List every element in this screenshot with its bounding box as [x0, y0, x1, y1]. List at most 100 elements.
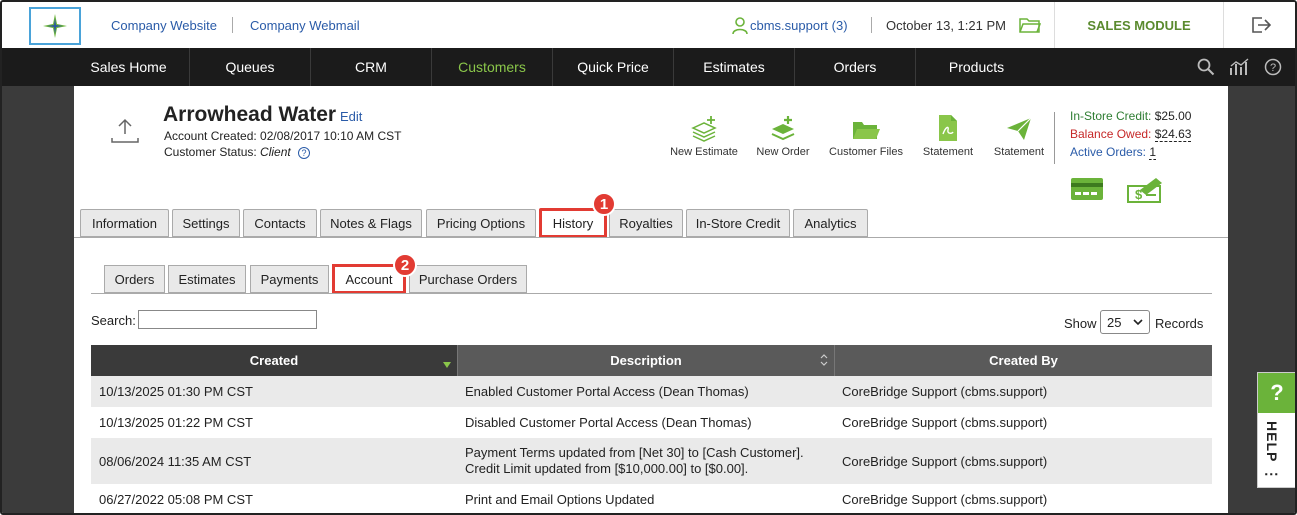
upload-icon[interactable] — [110, 116, 140, 144]
nav-estimates[interactable]: Estimates — [674, 48, 795, 86]
status-help-icon[interactable]: ? — [298, 147, 310, 159]
tab-instore-credit[interactable]: In-Store Credit — [686, 209, 790, 237]
help-label-text: HELP — [1264, 421, 1280, 463]
tab-contacts[interactable]: Contacts — [243, 209, 317, 237]
subtabs-divider — [91, 293, 1212, 294]
table-row[interactable]: 08/06/2024 11:35 AM CST Payment Terms up… — [91, 438, 1212, 484]
company-logo[interactable] — [29, 7, 81, 45]
analytics-icon[interactable] — [1229, 58, 1251, 76]
callout-badge-2: 2 — [393, 253, 417, 277]
divider — [1054, 112, 1055, 164]
instore-credit: In-Store Credit: $25.00 — [1070, 109, 1191, 123]
chevron-down-icon — [1133, 315, 1143, 332]
nav-crm[interactable]: CRM — [311, 48, 432, 86]
current-user-link[interactable]: cbms.support (3) — [750, 18, 848, 33]
customer-status-label: Customer Status: — [164, 145, 257, 159]
active-orders: Active Orders: 1 — [1070, 145, 1157, 160]
main-nav: Sales Home Queues CRM Customers Quick Pr… — [2, 48, 1295, 86]
logout-icon[interactable] — [1250, 15, 1272, 35]
statement-pdf-label: Statement — [922, 146, 974, 158]
history-table: Created Description Created By 10/13/202… — [91, 345, 1212, 513]
company-website-link[interactable]: Company Website — [111, 18, 217, 33]
cell-description: Disabled Customer Portal Access (Dean Th… — [465, 415, 752, 430]
column-created[interactable]: Created — [91, 345, 457, 376]
active-orders-value[interactable]: 1 — [1149, 145, 1157, 160]
search-label: Search: — [91, 313, 136, 328]
table-row[interactable]: 10/13/2025 01:30 PM CST Enabled Customer… — [91, 376, 1212, 407]
nav-customers[interactable]: Customers — [432, 48, 553, 86]
nav-queues[interactable]: Queues — [190, 48, 311, 86]
records-label: Records — [1155, 316, 1204, 331]
balance-owed: Balance Owed: $24.63 — [1070, 127, 1192, 142]
search-icon[interactable] — [1197, 58, 1215, 76]
help-side-tab[interactable]: ? HELP ⋮ — [1257, 372, 1295, 488]
company-webmail-link[interactable]: Company Webmail — [250, 18, 360, 33]
subtab-purchase-orders[interactable]: Purchase Orders — [409, 265, 527, 293]
cell-description: Payment Terms updated from [Net 30] to [… — [465, 445, 804, 476]
statement-pdf-button[interactable]: Statement — [920, 110, 976, 158]
subtab-estimates[interactable]: Estimates — [168, 265, 246, 293]
nav-sales-home[interactable]: Sales Home — [68, 48, 190, 86]
new-estimate-icon — [668, 110, 740, 142]
column-description[interactable]: Description — [457, 345, 834, 376]
left-gutter — [2, 86, 74, 513]
new-estimate-label: New Estimate — [670, 146, 738, 158]
help-circle-icon[interactable]: ? — [1264, 58, 1282, 76]
column-created-by[interactable]: Created By — [834, 345, 1212, 376]
tabs-divider — [74, 237, 1228, 238]
svg-text:?: ? — [1270, 62, 1276, 74]
active-orders-label: Active Orders: — [1070, 145, 1147, 159]
logo-icon — [43, 14, 67, 38]
help-question-icon: ? — [1258, 373, 1295, 413]
nav-orders[interactable]: Orders — [795, 48, 916, 86]
cell-created: 10/13/2025 01:30 PM CST — [99, 384, 253, 399]
help-label: HELP ⋮ — [1264, 421, 1280, 483]
balance-owed-label: Balance Owed: — [1070, 127, 1152, 141]
tab-analytics[interactable]: Analytics — [793, 209, 868, 237]
show-label: Show — [1064, 316, 1097, 331]
current-datetime: October 13, 1:21 PM — [886, 18, 1006, 33]
divider — [871, 17, 872, 33]
cell-description: Print and Email Options Updated — [465, 492, 655, 507]
app-window: Company Website Company Webmail cbms.sup… — [0, 0, 1297, 515]
tab-royalties[interactable]: Royalties — [609, 209, 683, 237]
new-order-label: New Order — [756, 146, 810, 158]
tab-settings[interactable]: Settings — [172, 209, 240, 237]
credit-card-icon[interactable] — [1070, 176, 1104, 202]
table-row[interactable]: 10/13/2025 01:22 PM CST Disabled Custome… — [91, 407, 1212, 438]
cell-created: 08/06/2024 11:35 AM CST — [99, 453, 252, 469]
subtab-orders[interactable]: Orders — [104, 265, 165, 293]
customer-files-button[interactable]: Customer Files — [826, 110, 906, 158]
page-size-select[interactable]: 25 — [1100, 310, 1150, 334]
customer-status: Customer Status: Client — [164, 145, 291, 159]
cell-created-by: CoreBridge Support (cbms.support) — [842, 415, 1048, 430]
divider — [232, 17, 233, 33]
instore-credit-value: $25.00 — [1154, 109, 1192, 123]
column-created-by-label: Created By — [989, 353, 1058, 368]
page-size-value: 25 — [1107, 314, 1122, 330]
column-description-label: Description — [610, 353, 682, 368]
user-icon — [732, 17, 748, 35]
sales-module-label[interactable]: SALES MODULE — [1054, 2, 1224, 48]
nav-quick-price[interactable]: Quick Price — [553, 48, 674, 86]
customer-status-value: Client — [260, 145, 291, 159]
folder-icon[interactable] — [1019, 16, 1041, 34]
new-order-button[interactable]: New Order — [754, 110, 812, 158]
tab-information[interactable]: Information — [80, 209, 169, 237]
balance-owed-value[interactable]: $24.63 — [1154, 127, 1192, 142]
pdf-icon — [920, 110, 976, 142]
tab-notes-flags[interactable]: Notes & Flags — [320, 209, 422, 237]
statement-send-label: Statement — [993, 146, 1045, 158]
edit-customer-link[interactable]: Edit — [340, 109, 362, 124]
table-row[interactable]: 06/27/2022 05:08 PM CST Print and Email … — [91, 484, 1212, 513]
search-input[interactable] — [138, 310, 317, 329]
subtab-payments[interactable]: Payments — [250, 265, 329, 293]
cell-created-by: CoreBridge Support (cbms.support) — [842, 384, 1048, 399]
top-bar: Company Website Company Webmail cbms.sup… — [2, 2, 1295, 48]
nav-products[interactable]: Products — [916, 48, 1037, 86]
statement-send-button[interactable]: Statement — [990, 110, 1048, 158]
table-header: Created Description Created By — [91, 345, 1212, 376]
new-estimate-button[interactable]: New Estimate — [668, 110, 740, 158]
payment-icon[interactable]: $ — [1126, 174, 1166, 204]
tab-pricing-options[interactable]: Pricing Options — [426, 209, 536, 237]
